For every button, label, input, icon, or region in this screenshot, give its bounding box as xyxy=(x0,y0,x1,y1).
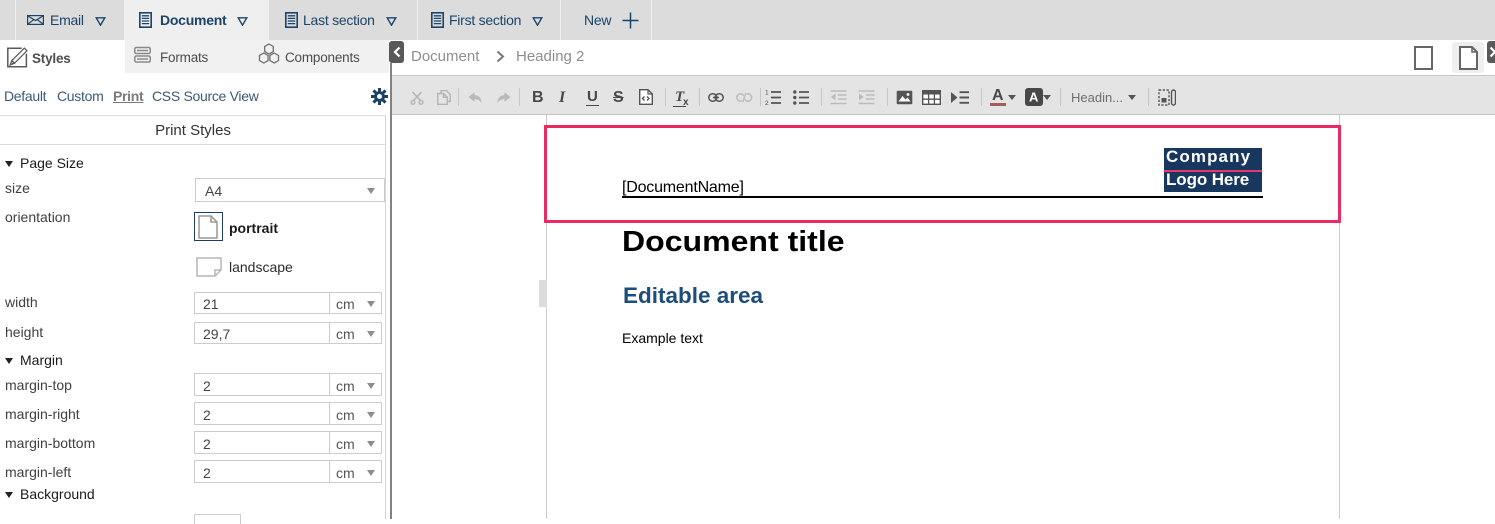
svg-text:A: A xyxy=(1029,90,1039,105)
svg-text:1: 1 xyxy=(765,90,769,97)
svg-text:2: 2 xyxy=(765,100,769,105)
